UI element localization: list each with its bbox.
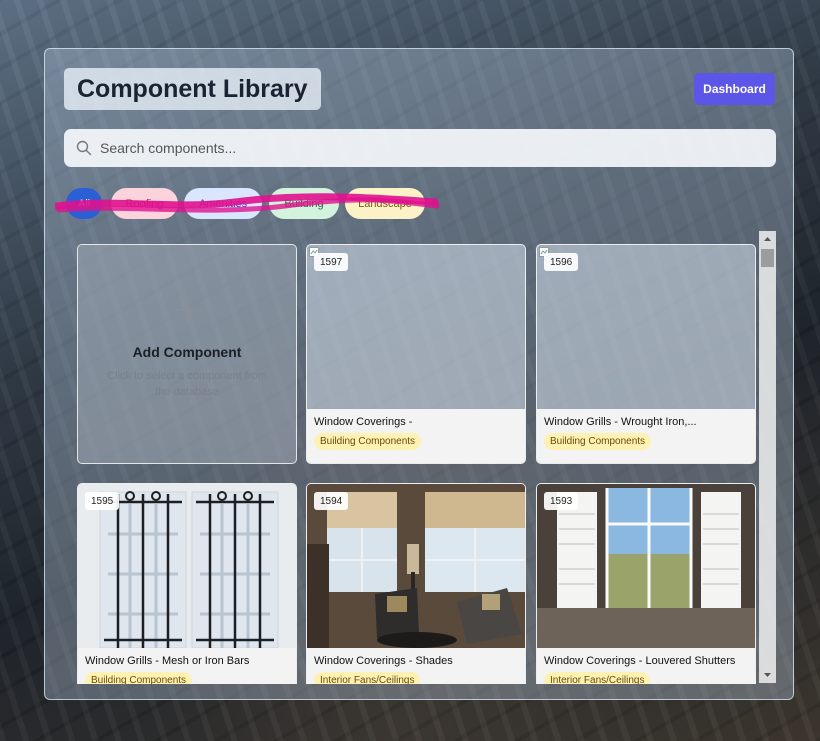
component-card[interactable]: 1597 Window Coverings - Building Compone…: [306, 244, 526, 464]
component-id-badge: 1593: [544, 492, 579, 510]
category-badge: Interior Fans/Ceilings: [314, 672, 421, 684]
search-input[interactable]: [98, 139, 776, 157]
component-grid: + Add Component Click to select a compon…: [77, 244, 757, 684]
add-component-title: Add Component: [132, 344, 242, 360]
component-title: Window Coverings - Louvered Shutters: [544, 655, 736, 667]
add-component-card[interactable]: + Add Component Click to select a compon…: [77, 244, 297, 464]
grid-scrollbar[interactable]: [759, 231, 776, 683]
page-title: Component Library: [77, 74, 308, 103]
dashboard-button[interactable]: Dashboard: [694, 73, 775, 105]
filter-chip-amenities[interactable]: Amenities: [184, 188, 262, 219]
card-footer: Window Grills - Mesh or Iron Bars Buildi…: [78, 648, 296, 684]
search-icon: [76, 140, 92, 156]
component-title: Window Coverings -: [314, 416, 413, 428]
search-bar[interactable]: [64, 129, 776, 167]
component-id-badge: 1597: [314, 253, 349, 271]
scroll-up-arrow-icon[interactable]: [763, 235, 772, 244]
component-thumbnail: 1596: [537, 245, 755, 409]
filter-chip-label: Roofing: [125, 197, 164, 210]
filter-chip-label: Amenities: [198, 197, 248, 210]
card-footer: Window Coverings - Louvered Shutters Int…: [537, 648, 755, 684]
plus-icon: +: [168, 284, 206, 335]
component-card[interactable]: 1595 Window Grills - Mesh or Iron Bars B…: [77, 483, 297, 684]
card-footer: Window Coverings - Shades Interior Fans/…: [307, 648, 525, 684]
page-title-container: Component Library: [64, 68, 321, 110]
component-photo-shades: 1594: [307, 484, 525, 648]
card-footer: Window Coverings - Building Components: [307, 409, 525, 463]
filter-chip-roofing[interactable]: Roofing: [111, 188, 178, 219]
component-photo-window-grills: 1595: [78, 484, 296, 648]
component-id-badge: 1595: [85, 492, 120, 510]
scroll-down-arrow-icon[interactable]: [763, 670, 772, 679]
card-footer: Window Grills - Wrought Iron,... Buildin…: [537, 409, 755, 463]
component-id-badge: 1596: [544, 253, 579, 271]
category-badge: Interior Fans/Ceilings: [544, 672, 651, 684]
add-component-subtitle: Click to select a component from the dat…: [107, 370, 267, 398]
component-library-panel: Component Library Dashboard All Roofing …: [44, 48, 794, 700]
filter-chip-all[interactable]: All: [66, 188, 102, 219]
component-title: Window Coverings - Shades: [314, 655, 453, 667]
component-thumbnail: 1597: [307, 245, 525, 409]
category-badge: Building Components: [314, 433, 422, 450]
component-title: Window Grills - Wrought Iron,...: [544, 416, 697, 428]
scroll-thumb[interactable]: [761, 249, 774, 267]
filter-chip-landscape[interactable]: Landscape: [345, 188, 425, 219]
component-card[interactable]: 1594 Window Coverings - Shades Interior …: [306, 483, 526, 684]
category-badge: Building Components: [85, 672, 193, 684]
filter-chip-label: Landscape: [358, 197, 412, 210]
filter-chip-building[interactable]: Building: [269, 188, 339, 219]
component-id-badge: 1594: [314, 492, 349, 510]
filter-chip-label: All: [77, 197, 91, 210]
component-photo-shutters: 1593: [537, 484, 755, 648]
category-badge: Building Components: [544, 433, 652, 450]
component-title: Window Grills - Mesh or Iron Bars: [85, 655, 250, 667]
component-card[interactable]: 1593 Window Coverings - Louvered Shutter…: [536, 483, 756, 684]
filter-chip-label: Building: [284, 197, 324, 210]
component-card[interactable]: 1596 Window Grills - Wrought Iron,... Bu…: [536, 244, 756, 464]
